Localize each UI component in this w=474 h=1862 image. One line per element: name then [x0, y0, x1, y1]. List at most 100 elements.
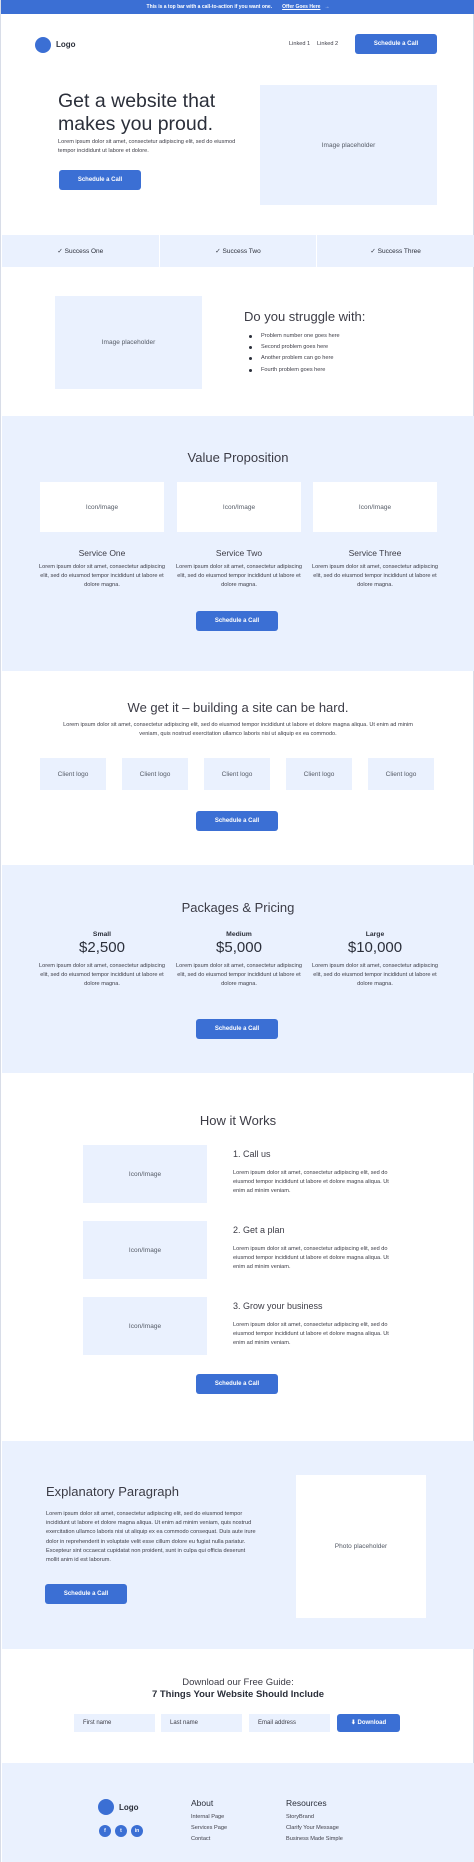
footer-logo[interactable]: Logo [119, 1803, 139, 1812]
package-large-name: Large [365, 931, 385, 938]
step-1-title: 1. Call us [233, 1149, 271, 1159]
package-medium: Medium $5,000 Lorem ipsum dolor sit amet… [174, 931, 304, 990]
problem-list: Problem number one goes here Second prob… [247, 333, 417, 378]
step-2: 2. Get a plan Lorem ipsum dolor sit amet… [233, 1225, 393, 1273]
footer-link-storybrand[interactable]: StoryBrand [286, 1814, 314, 1820]
nav-link-1[interactable]: Linked 1 [289, 41, 310, 47]
guide-line-2: 7 Things Your Website Should Include [151, 1689, 325, 1700]
explanatory-schedule-button[interactable]: Schedule a Call [45, 1584, 127, 1604]
footer-link-clarify-your-message[interactable]: Clarify Your Message [286, 1825, 339, 1831]
step-2-icon-image: Icon/Image [83, 1221, 207, 1279]
getit-title: We get it – building a site can be hard. [127, 700, 349, 715]
guide-line-1: Download our Free Guide: [182, 1677, 294, 1688]
client-logo-2: Client logo [122, 758, 188, 790]
package-small-price: $2,500 [79, 939, 125, 956]
pricing-section: Packages & Pricing Small $2,500 Lorem ip… [2, 865, 474, 1073]
footer-link-business-made-simple[interactable]: Business Made Simple [286, 1836, 343, 1842]
struggle-image-placeholder: Image placeholder [55, 296, 202, 389]
photo-placeholder: Photo placeholder [296, 1475, 426, 1618]
footer-link-services-page[interactable]: Services Page [191, 1825, 227, 1831]
package-large-text: Lorem ipsum dolor sit amet, consectetur … [312, 963, 438, 988]
step-3-title: 3. Grow your business [233, 1301, 323, 1311]
success-item-1: ✓ Success One [2, 235, 160, 267]
pricing-title: Packages & Pricing [181, 900, 295, 915]
service-3-text: Lorem ipsum dolor sit amet, consectetur … [312, 564, 438, 589]
how-title: How it Works [199, 1113, 277, 1128]
explanatory-section: Explanatory Paragraph Lorem ipsum dolor … [2, 1441, 474, 1649]
footer-link-internal-page[interactable]: Internal Page [191, 1814, 224, 1820]
package-medium-price: $5,000 [216, 939, 262, 956]
hero-title-line-2: makes you proud. [58, 113, 214, 136]
footer: Logo f t in About Internal Page Services… [2, 1763, 474, 1862]
hero-title: Get a website that makes you proud. [58, 90, 215, 137]
step-1: 1. Call us Lorem ipsum dolor sit amet, c… [233, 1149, 393, 1197]
twitter-icon[interactable]: t [115, 1825, 127, 1837]
how-schedule-button[interactable]: Schedule a Call [196, 1374, 278, 1394]
hero-text: Lorem ipsum dolor sit amet, consectetur … [58, 139, 236, 155]
client-logo-1: Client logo [40, 758, 106, 790]
download-button[interactable]: ⬇ Download [337, 1714, 400, 1732]
service-2-icon-image: Icon/Image [177, 482, 301, 532]
explanatory-text: Lorem ipsum dolor sit amet, consectetur … [46, 1511, 256, 1564]
top-bar-offer-link[interactable]: Offer Goes Here [282, 4, 320, 10]
top-bar-text: This is a top bar with a call-to-action … [146, 4, 273, 10]
value-schedule-button[interactable]: Schedule a Call [196, 611, 278, 631]
getit-schedule-button[interactable]: Schedule a Call [196, 811, 278, 831]
service-2-text: Lorem ipsum dolor sit amet, consectetur … [176, 564, 302, 589]
service-2: Service Two Lorem ipsum dolor sit amet, … [174, 548, 304, 591]
service-3-title: Service Three [348, 548, 402, 558]
problem-item: Problem number one goes here [247, 333, 417, 339]
problem-item: Another problem can go here [247, 355, 417, 361]
header-schedule-button[interactable]: Schedule a Call [355, 34, 437, 54]
package-small-text: Lorem ipsum dolor sit amet, consectetur … [39, 963, 165, 988]
footer-link-contact[interactable]: Contact [191, 1836, 210, 1842]
page: This is a top bar with a call-to-action … [0, 0, 474, 1862]
explanatory-title: Explanatory Paragraph [46, 1484, 179, 1499]
package-large-price: $10,000 [347, 939, 403, 956]
problem-item: Fourth problem goes here [247, 367, 417, 373]
value-title: Value Proposition [187, 450, 289, 465]
service-2-title: Service Two [215, 548, 263, 558]
step-3: 3. Grow your business Lorem ipsum dolor … [233, 1301, 393, 1349]
success-bar: ✓ Success One ✓ Success Two ✓ Success Th… [2, 235, 474, 267]
service-1: Service One Lorem ipsum dolor sit amet, … [37, 548, 167, 591]
last-name-field[interactable]: Last name [161, 1714, 242, 1732]
package-large: Large $10,000 Lorem ipsum dolor sit amet… [310, 931, 440, 990]
footer-about-title: About [191, 1798, 214, 1808]
facebook-icon[interactable]: f [99, 1825, 111, 1837]
header-logo[interactable]: Logo [56, 40, 76, 49]
value-section: Value Proposition Icon/Image Icon/Image … [2, 416, 474, 671]
step-3-text: Lorem ipsum dolor sit amet, consectetur … [233, 1322, 389, 1347]
hero-image-placeholder: Image placeholder [260, 85, 437, 205]
service-3: Service Three Lorem ipsum dolor sit amet… [310, 548, 440, 591]
package-medium-text: Lorem ipsum dolor sit amet, consectetur … [176, 963, 302, 988]
service-3-icon-image: Icon/Image [313, 482, 437, 532]
package-small: Small $2,500 Lorem ipsum dolor sit amet,… [37, 931, 167, 990]
footer-logo-icon[interactable] [98, 1799, 114, 1815]
service-1-title: Service One [78, 548, 126, 558]
success-item-2: ✓ Success Two [160, 235, 318, 267]
service-1-text: Lorem ipsum dolor sit amet, consectetur … [39, 564, 165, 589]
pricing-schedule-button[interactable]: Schedule a Call [196, 1019, 278, 1039]
getit-text: Lorem ipsum dolor sit amet, consectetur … [63, 722, 413, 738]
struggle-title: Do you struggle with: [244, 309, 366, 324]
step-2-text: Lorem ipsum dolor sit amet, consectetur … [233, 1246, 389, 1271]
client-logo-4: Client logo [286, 758, 352, 790]
step-1-text: Lorem ipsum dolor sit amet, consectetur … [233, 1170, 389, 1195]
service-1-icon-image: Icon/Image [40, 482, 164, 532]
client-logo-5: Client logo [368, 758, 434, 790]
email-field[interactable]: Email address [249, 1714, 330, 1732]
step-1-icon-image: Icon/Image [83, 1145, 207, 1203]
package-medium-name: Medium [226, 931, 252, 938]
package-small-name: Small [92, 931, 112, 938]
nav-link-2[interactable]: Linked 2 [317, 41, 338, 47]
logo-icon[interactable] [35, 37, 51, 53]
success-item-3: ✓ Success Three [370, 248, 421, 255]
hero-schedule-button[interactable]: Schedule a Call [59, 170, 141, 190]
arrow-right-icon: → [324, 4, 330, 10]
first-name-field[interactable]: First name [74, 1714, 155, 1732]
step-3-icon-image: Icon/Image [83, 1297, 207, 1355]
step-2-title: 2. Get a plan [233, 1225, 285, 1235]
client-logo-3: Client logo [204, 758, 270, 790]
linkedin-icon[interactable]: in [131, 1825, 143, 1837]
